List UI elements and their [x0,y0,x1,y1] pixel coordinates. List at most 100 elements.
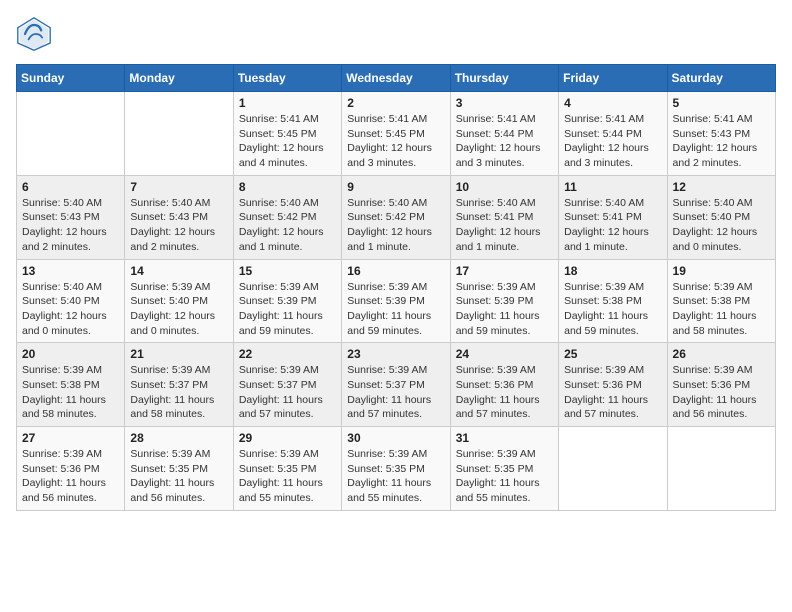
day-info: Sunrise: 5:41 AM Sunset: 5:45 PM Dayligh… [239,112,336,171]
day-cell: 27Sunrise: 5:39 AM Sunset: 5:36 PM Dayli… [17,427,125,511]
day-number: 28 [130,431,227,445]
day-cell: 15 Sunrise: 5:39 AM Sunset: 5:39 PM Dayli… [233,259,341,343]
day-cell: 18 Sunrise: 5:39 AM Sunset: 5:38 PM Dayli… [559,259,667,343]
day-info: Sunrise: 5:40 AM Sunset: 5:43 PM Dayligh… [130,196,227,255]
header-cell-sunday: Sunday [17,65,125,92]
day-cell: 10 Sunrise: 5:40 AM Sunset: 5:41 PM Dayli… [450,175,558,259]
week-row-1: 1 Sunrise: 5:41 AM Sunset: 5:45 PM Daylig… [17,92,776,176]
day-number: 26 [673,347,770,361]
day-cell: 25 Sunrise: 5:39 AM Sunset: 5:36 PM Dayli… [559,343,667,427]
page-header [16,16,776,52]
day-number: 31 [456,431,553,445]
day-info: Sunrise: 5:39 AM Sunset: 5:35 PM Dayligh… [456,447,553,506]
day-cell: 12 Sunrise: 5:40 AM Sunset: 5:40 PM Dayli… [667,175,775,259]
day-cell [559,427,667,511]
day-number: 1 [239,96,336,110]
day-cell: 31 Sunrise: 5:39 AM Sunset: 5:35 PM Dayli… [450,427,558,511]
header-cell-wednesday: Wednesday [342,65,450,92]
week-row-4: 20 Sunrise: 5:39 AM Sunset: 5:38 PM Dayli… [17,343,776,427]
week-row-3: 13Sunrise: 5:40 AM Sunset: 5:40 PM Dayli… [17,259,776,343]
day-number: 10 [456,180,553,194]
day-number: 2 [347,96,444,110]
day-number: 23 [347,347,444,361]
day-cell: 2 Sunrise: 5:41 AM Sunset: 5:45 PM Daylig… [342,92,450,176]
day-info: Sunrise: 5:40 AM Sunset: 5:43 PM Dayligh… [22,196,119,255]
day-cell [17,92,125,176]
day-info: Sunrise: 5:39 AM Sunset: 5:36 PM Dayligh… [456,363,553,422]
day-info: Sunrise: 5:40 AM Sunset: 5:40 PM Dayligh… [673,196,770,255]
day-number: 17 [456,264,553,278]
day-info: Sunrise: 5:39 AM Sunset: 5:35 PM Dayligh… [347,447,444,506]
day-cell: 11 Sunrise: 5:40 AM Sunset: 5:41 PM Dayli… [559,175,667,259]
day-number: 15 [239,264,336,278]
header-row: SundayMondayTuesdayWednesdayThursdayFrid… [17,65,776,92]
day-cell: 7 Sunrise: 5:40 AM Sunset: 5:43 PM Daylig… [125,175,233,259]
day-number: 21 [130,347,227,361]
day-info: Sunrise: 5:41 AM Sunset: 5:44 PM Dayligh… [456,112,553,171]
day-cell: 5Sunrise: 5:41 AM Sunset: 5:43 PM Daylig… [667,92,775,176]
day-info: Sunrise: 5:39 AM Sunset: 5:38 PM Dayligh… [22,363,119,422]
day-info: Sunrise: 5:39 AM Sunset: 5:36 PM Dayligh… [22,447,119,506]
day-number: 7 [130,180,227,194]
day-number: 9 [347,180,444,194]
day-info: Sunrise: 5:39 AM Sunset: 5:39 PM Dayligh… [347,280,444,339]
day-info: Sunrise: 5:39 AM Sunset: 5:36 PM Dayligh… [673,363,770,422]
day-cell: 8Sunrise: 5:40 AM Sunset: 5:42 PM Daylig… [233,175,341,259]
day-info: Sunrise: 5:41 AM Sunset: 5:45 PM Dayligh… [347,112,444,171]
day-number: 8 [239,180,336,194]
day-cell: 23 Sunrise: 5:39 AM Sunset: 5:37 PM Dayli… [342,343,450,427]
day-number: 30 [347,431,444,445]
day-cell: 1 Sunrise: 5:41 AM Sunset: 5:45 PM Daylig… [233,92,341,176]
day-cell [667,427,775,511]
day-number: 25 [564,347,661,361]
day-cell: 21 Sunrise: 5:39 AM Sunset: 5:37 PM Dayli… [125,343,233,427]
day-info: Sunrise: 5:41 AM Sunset: 5:44 PM Dayligh… [564,112,661,171]
day-cell: 26 Sunrise: 5:39 AM Sunset: 5:36 PM Dayli… [667,343,775,427]
day-cell: 30 Sunrise: 5:39 AM Sunset: 5:35 PM Dayli… [342,427,450,511]
day-cell: 4 Sunrise: 5:41 AM Sunset: 5:44 PM Daylig… [559,92,667,176]
calendar-body: 1 Sunrise: 5:41 AM Sunset: 5:45 PM Daylig… [17,92,776,511]
week-row-5: 27Sunrise: 5:39 AM Sunset: 5:36 PM Dayli… [17,427,776,511]
day-info: Sunrise: 5:39 AM Sunset: 5:39 PM Dayligh… [239,280,336,339]
header-cell-thursday: Thursday [450,65,558,92]
day-number: 14 [130,264,227,278]
day-info: Sunrise: 5:39 AM Sunset: 5:37 PM Dayligh… [347,363,444,422]
day-number: 4 [564,96,661,110]
day-cell: 14 Sunrise: 5:39 AM Sunset: 5:40 PM Dayli… [125,259,233,343]
week-row-2: 6 Sunrise: 5:40 AM Sunset: 5:43 PM Daylig… [17,175,776,259]
day-cell: 20 Sunrise: 5:39 AM Sunset: 5:38 PM Dayli… [17,343,125,427]
header-cell-friday: Friday [559,65,667,92]
logo-icon [16,16,52,52]
day-info: Sunrise: 5:39 AM Sunset: 5:39 PM Dayligh… [456,280,553,339]
day-info: Sunrise: 5:39 AM Sunset: 5:37 PM Dayligh… [130,363,227,422]
calendar-header: SundayMondayTuesdayWednesdayThursdayFrid… [17,65,776,92]
calendar-table: SundayMondayTuesdayWednesdayThursdayFrid… [16,64,776,511]
day-info: Sunrise: 5:39 AM Sunset: 5:38 PM Dayligh… [564,280,661,339]
day-info: Sunrise: 5:39 AM Sunset: 5:40 PM Dayligh… [130,280,227,339]
day-number: 24 [456,347,553,361]
day-number: 12 [673,180,770,194]
day-cell: 3Sunrise: 5:41 AM Sunset: 5:44 PM Daylig… [450,92,558,176]
day-info: Sunrise: 5:39 AM Sunset: 5:35 PM Dayligh… [239,447,336,506]
day-number: 6 [22,180,119,194]
day-number: 20 [22,347,119,361]
day-number: 18 [564,264,661,278]
day-cell: 13Sunrise: 5:40 AM Sunset: 5:40 PM Dayli… [17,259,125,343]
header-cell-monday: Monday [125,65,233,92]
logo [16,16,58,52]
day-number: 19 [673,264,770,278]
day-number: 13 [22,264,119,278]
day-info: Sunrise: 5:40 AM Sunset: 5:41 PM Dayligh… [456,196,553,255]
day-info: Sunrise: 5:39 AM Sunset: 5:38 PM Dayligh… [673,280,770,339]
day-info: Sunrise: 5:39 AM Sunset: 5:37 PM Dayligh… [239,363,336,422]
header-cell-tuesday: Tuesday [233,65,341,92]
day-info: Sunrise: 5:40 AM Sunset: 5:42 PM Dayligh… [347,196,444,255]
day-number: 11 [564,180,661,194]
day-cell: 24 Sunrise: 5:39 AM Sunset: 5:36 PM Dayli… [450,343,558,427]
day-number: 22 [239,347,336,361]
day-info: Sunrise: 5:39 AM Sunset: 5:36 PM Dayligh… [564,363,661,422]
day-info: Sunrise: 5:40 AM Sunset: 5:41 PM Dayligh… [564,196,661,255]
day-number: 5 [673,96,770,110]
day-number: 29 [239,431,336,445]
day-cell [125,92,233,176]
